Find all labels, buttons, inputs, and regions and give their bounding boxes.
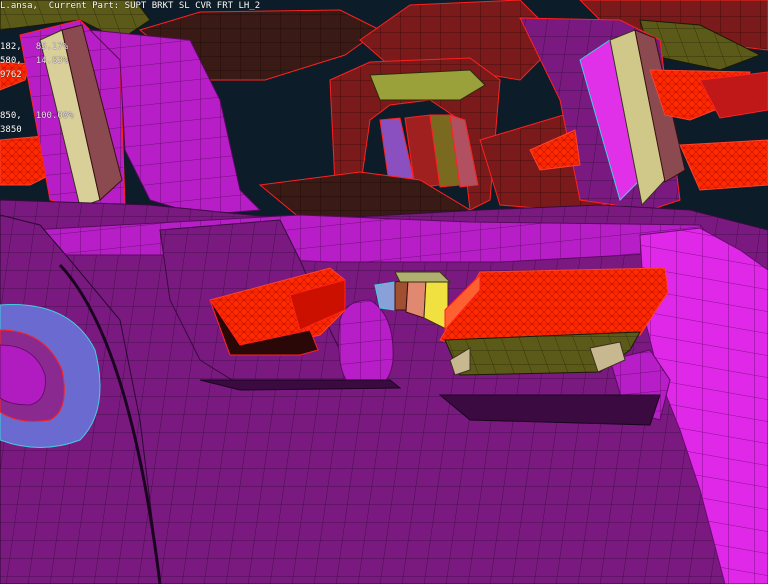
current-part-name: SUPT BRKT SL CVR FRT LH_2	[124, 1, 261, 11]
stat-percent: 100.00%	[35, 111, 74, 121]
ansa-3d-viewport[interactable]: L.ansa, Current Part: SUPT BRKT SL CVR F…	[0, 0, 768, 584]
stat-value: 580,	[0, 56, 22, 66]
stat-value: 850,	[0, 111, 22, 121]
stat-value: 9762	[0, 70, 22, 80]
stat-row: 580, 14.83%	[0, 56, 68, 67]
current-part-readout: L.ansa, Current Part: SUPT BRKT SL CVR F…	[0, 1, 260, 12]
stat-percent: 14.83%	[35, 56, 69, 66]
stat-row: 9762	[0, 70, 22, 81]
stat-row: 182, 85.17%	[0, 42, 68, 53]
current-part-label: Current Part:	[48, 1, 120, 11]
stat-row: 850, 100.00%	[0, 111, 74, 122]
stat-percent: 85.17%	[35, 42, 69, 52]
file-name-fragment: L.ansa,	[0, 1, 38, 11]
mesh-canvas[interactable]	[0, 0, 768, 584]
stat-value: 3850	[0, 125, 22, 135]
stat-value: 182,	[0, 42, 22, 52]
stat-row: 3850	[0, 125, 22, 136]
